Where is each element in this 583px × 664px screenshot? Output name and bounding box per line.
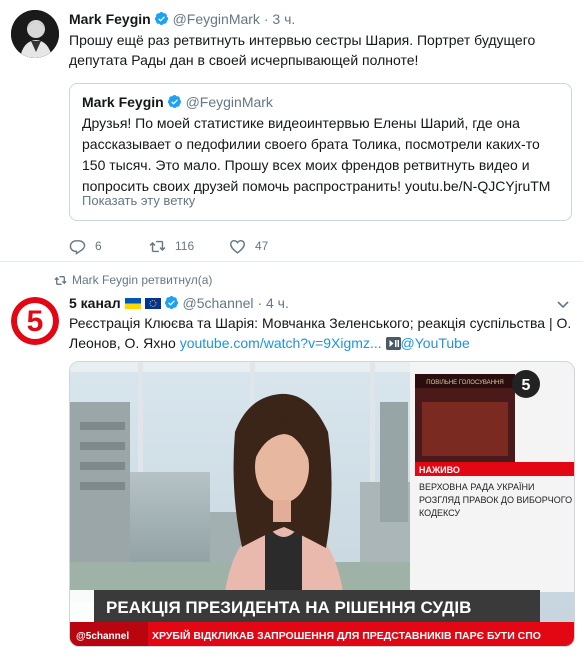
retweet-icon [54,275,67,285]
quoted-author-handle: @FeyginMark [185,94,273,110]
tweet-header: Mark Feygin @FeyginMark · 3 ч. [69,10,295,28]
author-name[interactable]: 5 канал [69,295,121,311]
verified-badge-icon [164,295,178,310]
heart-icon [230,239,245,254]
retweet-button[interactable]: 116 [149,238,229,255]
quoted-tweet-text: Друзья! По моей статистике видеоинтервью… [82,115,551,194]
news-line-2: РОЗГЛЯД ПРАВОК ДО ВИБОРЧОГО [419,495,572,505]
separator-dot: · [263,11,269,27]
reply-button[interactable]: 6 [69,238,149,255]
channel-watermark: 5 [522,377,531,394]
quoted-tweet[interactable]: Mark Feygin @FeyginMark Друзья! По моей … [69,83,572,221]
author-handle[interactable]: @FeyginMark [173,11,260,27]
tweet-actions: 6 116 47 [69,236,309,256]
youtube-via-link[interactable]: @YouTube [401,335,470,351]
retweet-notice-text: Mark Feygin ретвитнул(а) [72,273,213,287]
timestamp[interactable]: 3 ч. [272,11,295,27]
reply-count: 6 [95,239,102,253]
like-button[interactable]: 47 [229,238,309,255]
panel-badge: ПОВІЛЬНЕ ГОЛОСУВАННЯ [426,380,503,386]
timestamp[interactable]: 4 ч. [266,295,289,311]
eu-flag-icon [144,298,161,309]
avatar[interactable] [11,10,59,58]
tweet-header: 5 канал @5channel · 4 ч. [69,294,289,312]
live-label: НАЖИВО [419,465,460,475]
like-count: 47 [255,239,269,253]
separator-dot: · [257,295,263,311]
channel-logo-text: 5 [27,305,44,338]
video-card[interactable]: ПОВІЛЬНЕ ГОЛОСУВАННЯ 5 НАЖИВО ВЕРХОВНА Р… [69,361,575,647]
chevron-down-icon[interactable] [555,296,571,312]
quoted-author-name: Mark Feygin [82,94,164,110]
tweet-text: Прошу ещё раз ретвитнуть интервью сестры… [69,32,536,68]
news-line-3: КОДЕКСУ [419,508,460,518]
verified-badge-icon [167,94,181,109]
author-handle[interactable]: @5channel [183,295,254,311]
avatar[interactable]: 5 [11,297,59,345]
tweet-text: Реєстрація Клюєва та Шарія: Мовчанка Зел… [69,313,574,353]
ticker-handle: @5channel [76,631,129,642]
retweet-icon [149,240,166,252]
ukraine-flag-icon [124,298,141,309]
retweet-notice[interactable]: Mark Feygin ретвитнул(а) [54,273,212,287]
news-line-1: ВЕРХОВНА РАДА УКРАЇНИ [419,482,534,492]
video-headline: РЕАКЦІЯ ПРЕЗИДЕНТА НА РІШЕННЯ СУДІВ [106,598,471,617]
retweet-count: 116 [175,239,195,253]
play-pause-icon [385,337,401,350]
news-ticker: ХРУБІЙ ВІДКЛИКАВ ЗАПРОШЕННЯ ДЛЯ ПРЕДСТАВ… [152,629,541,642]
reply-icon [69,239,86,255]
author-name[interactable]: Mark Feygin [69,11,151,27]
tweet-feygin[interactable]: Mark Feygin @FeyginMark · 3 ч. Прошу ещё… [0,0,583,262]
video-thumbnail: ПОВІЛЬНЕ ГОЛОСУВАННЯ 5 НАЖИВО ВЕРХОВНА Р… [70,362,574,646]
verified-badge-icon [154,11,168,26]
show-thread-link[interactable]: Показать эту ветку [82,193,195,208]
quoted-tweet-header: Mark Feygin @FeyginMark [82,93,273,111]
youtube-link[interactable]: youtube.com/watch?v=9Xigmz... [180,335,382,351]
